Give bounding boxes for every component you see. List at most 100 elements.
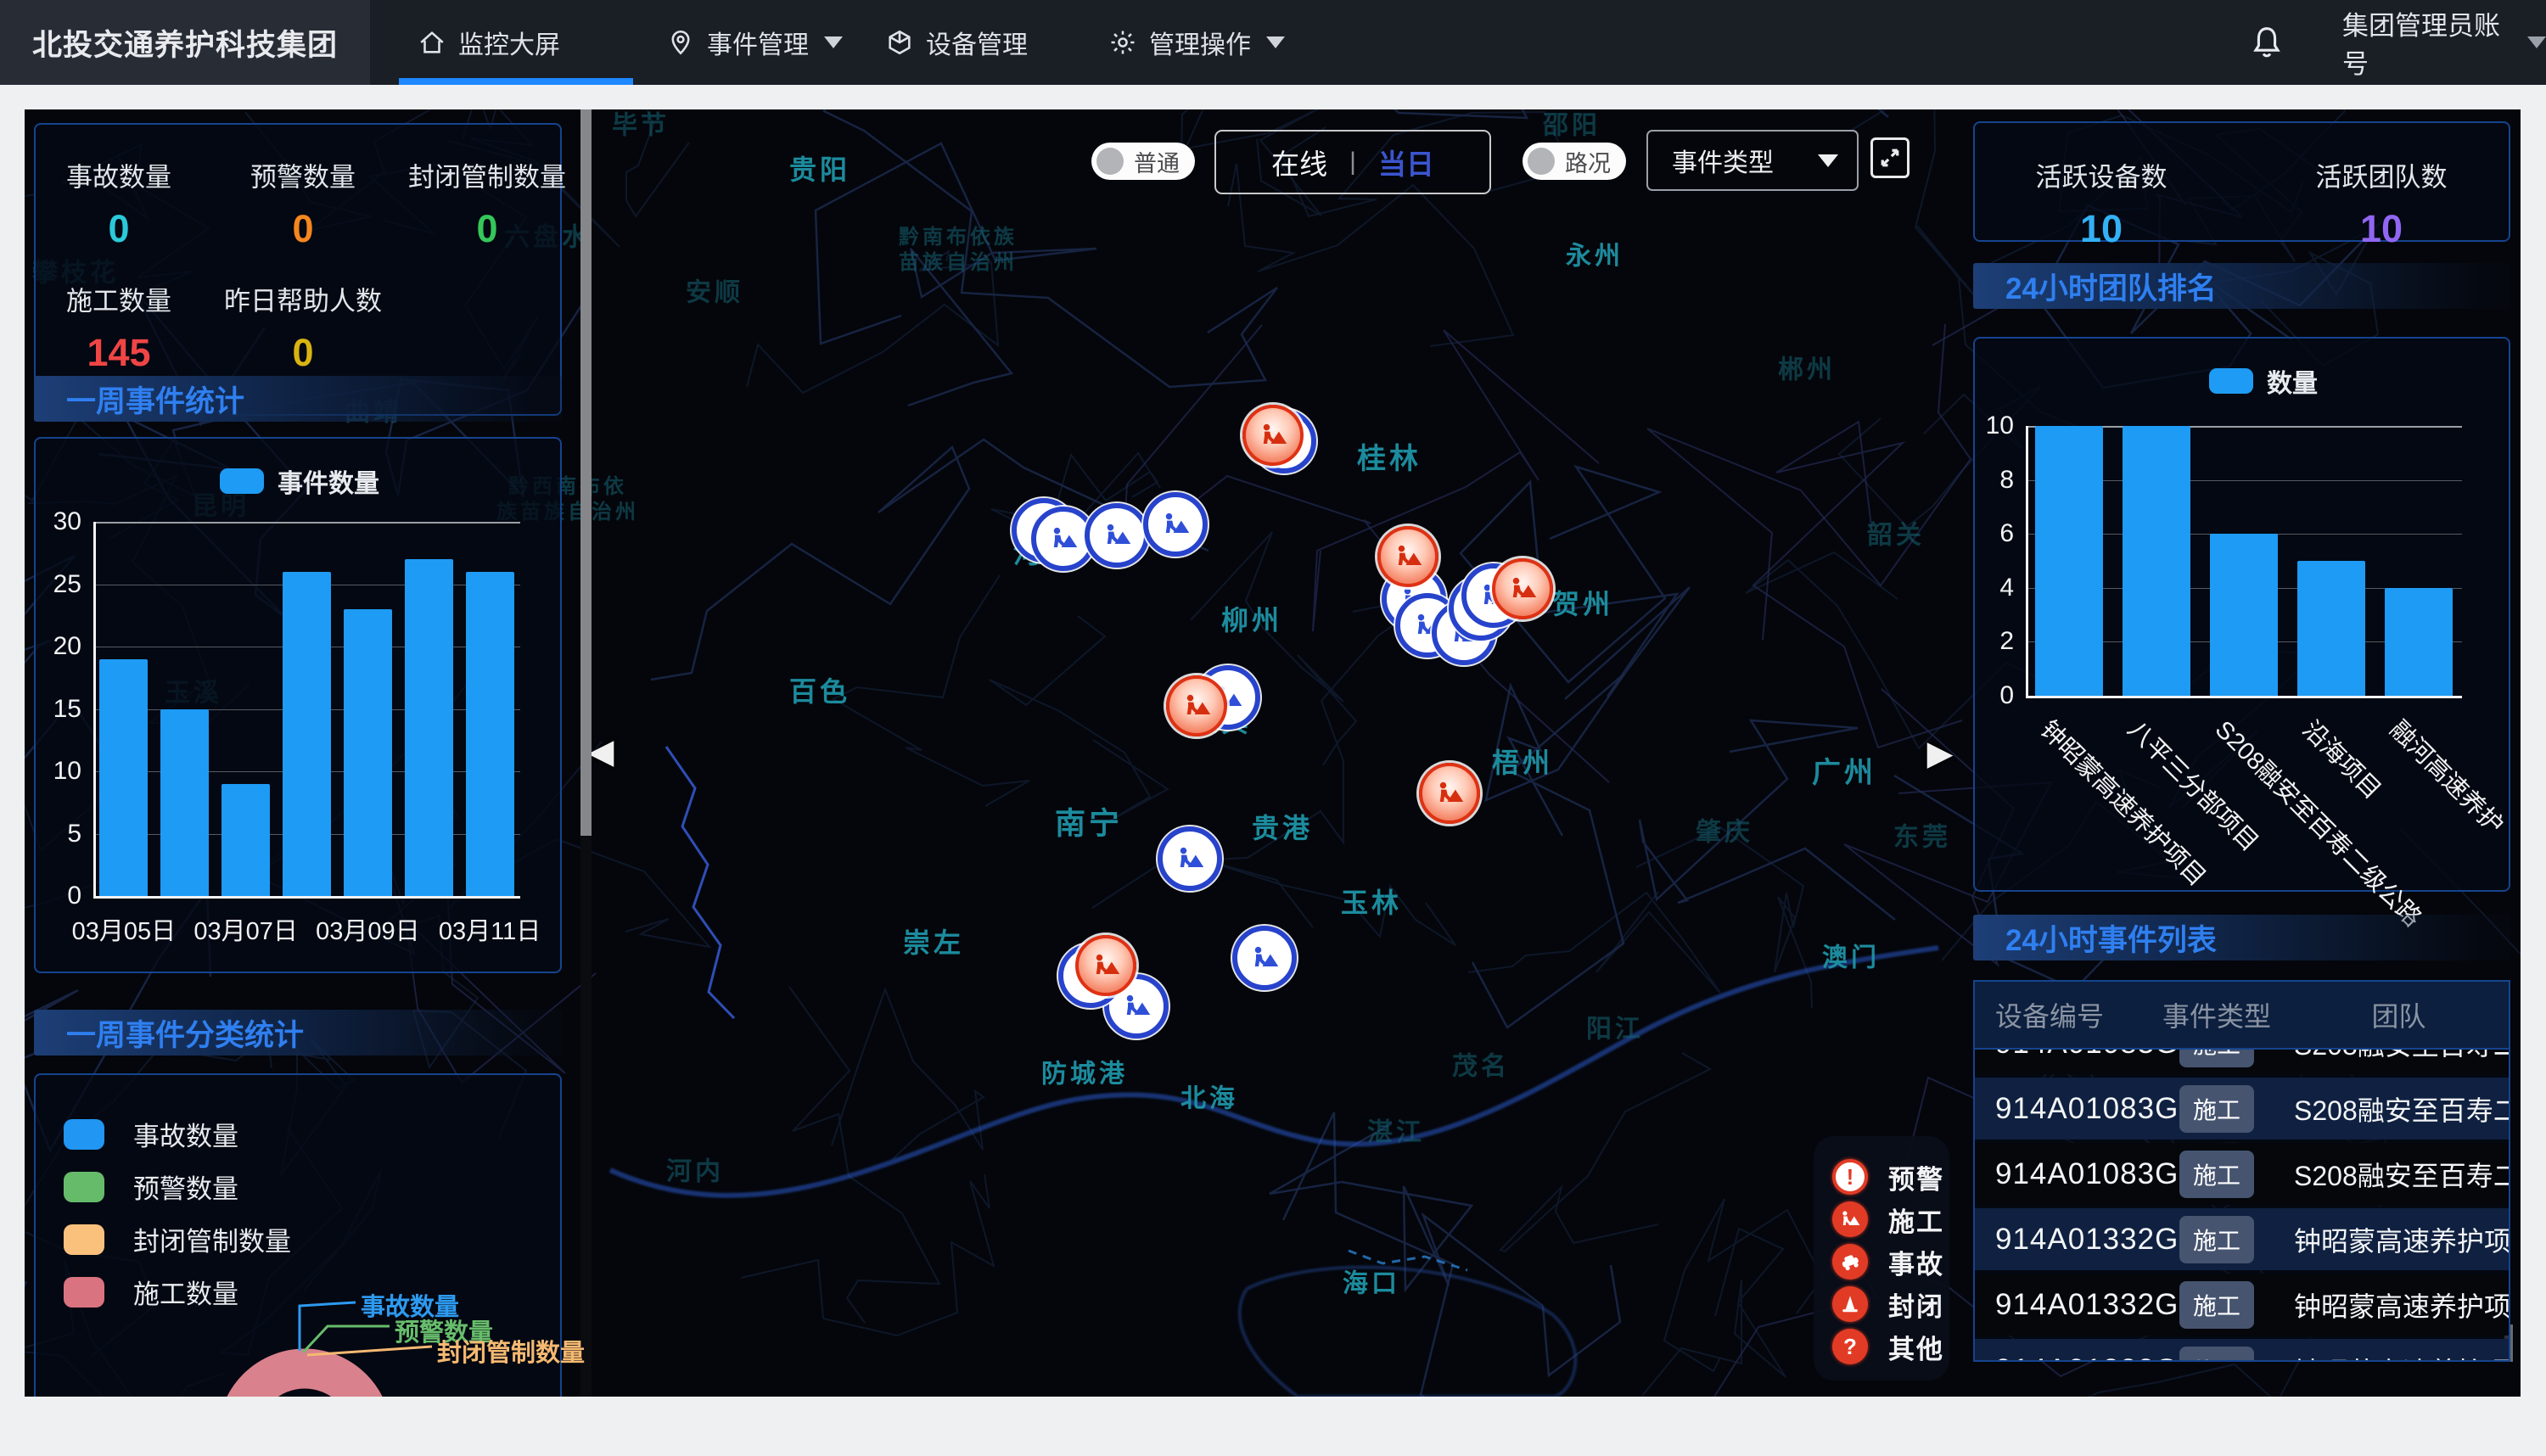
table-row[interactable]: 914A01332G施工钟昭蒙高速养护项目 [1975, 1339, 2509, 1360]
event-table-rows[interactable]: 914A01083G施工S208融安至百寿二级914A01083G施工S208融… [1975, 1048, 2509, 1360]
stat-label: 事故数量 [66, 156, 171, 194]
mode-online[interactable]: 在线 [1271, 142, 1327, 182]
y-axis-tick: 0 [31, 882, 81, 910]
toggle-knob [1528, 148, 1555, 175]
legend-item[interactable]: 封闭管制数量 [64, 1220, 291, 1258]
bar[interactable] [2210, 534, 2278, 696]
x-axis-label: 03月11日 [439, 911, 541, 947]
event-table-head: 设备编号 事件类型 团队 [1975, 982, 2509, 1050]
construction-marker-red[interactable] [1242, 405, 1304, 466]
pie-slice-construction [238, 1369, 372, 1397]
collapse-left-arrow[interactable]: ◀ [588, 732, 614, 771]
chevron-down-icon [2527, 36, 2546, 48]
bar[interactable] [160, 709, 209, 897]
col-header-type: 事件类型 [2145, 995, 2289, 1034]
table-row[interactable]: 914A01083G施工S208融安至百寿二级 [1975, 1048, 2509, 1074]
bar[interactable] [99, 659, 148, 896]
team-name: 钟昭蒙高速养护项目 [2289, 1285, 2509, 1324]
chart-legend[interactable]: 数量 [2209, 362, 2318, 400]
legend-label: 数量 [2267, 362, 2318, 400]
construction-marker-red[interactable] [1377, 526, 1438, 587]
left-panel-scrollbar-thumb[interactable] [580, 109, 592, 836]
bar[interactable] [2123, 426, 2190, 696]
construction-marker-red[interactable] [1419, 763, 1480, 824]
map-city-label: 梧州 [1492, 746, 1553, 780]
y-axis [2026, 426, 2028, 696]
section-title: 24小时团队排名 [2005, 265, 2217, 308]
bar[interactable] [2297, 561, 2365, 696]
legend-item[interactable]: 事故数量 [64, 1115, 238, 1153]
bar[interactable] [2385, 588, 2453, 696]
nav-item-label: 事件管理 [707, 24, 809, 61]
bar[interactable] [344, 609, 392, 896]
map-city-label: 邵阳 [1543, 109, 1601, 142]
bar[interactable] [2035, 426, 2103, 696]
legend-item[interactable]: 施工数量 [64, 1273, 238, 1311]
event-type-dropdown[interactable]: 事件类型 [1646, 130, 1859, 191]
map-city-label: 河内 [666, 1156, 724, 1188]
bar[interactable] [466, 572, 514, 896]
construction-marker-blue[interactable] [1143, 492, 1208, 557]
chart-legend[interactable]: 事件数量 [220, 462, 379, 500]
nav-item-monitor[interactable]: 监控大屏 [418, 0, 560, 85]
map-city-label: 毕节 [612, 109, 670, 142]
construction-marker-red[interactable] [1075, 935, 1136, 996]
nav-item-label: 监控大屏 [458, 24, 560, 61]
mode-today[interactable]: 当日 [1378, 142, 1434, 182]
bell-icon[interactable] [2247, 22, 2286, 63]
nav-item-devices[interactable]: 设备管理 [885, 0, 1028, 85]
table-row[interactable]: 914A01083G施工S208融安至百寿二级 [1975, 1143, 2509, 1205]
y-axis-tick: 2 [1963, 627, 2014, 656]
bar[interactable] [405, 559, 453, 896]
table-row[interactable]: 914A01083G施工S208融安至百寿二级 [1975, 1078, 2509, 1140]
map-city-label: 南宁 [1055, 804, 1123, 843]
closure-icon [1832, 1286, 1868, 1322]
mode-switch[interactable]: 在线 | 当日 [1214, 130, 1491, 194]
construction-marker-blue[interactable] [1158, 826, 1222, 891]
chevron-down-icon [1818, 154, 1838, 167]
nav-item-events[interactable]: 事件管理 [666, 0, 843, 85]
y-axis-tick: 0 [1963, 681, 2014, 710]
construction-marker-blue[interactable] [1232, 926, 1297, 990]
nav-item-admin[interactable]: 管理操作 [1108, 0, 1285, 85]
active-tab-underline [399, 78, 633, 85]
x-axis-label: 03月07日 [193, 911, 298, 947]
legend-label: 封闭 [1888, 1285, 1944, 1324]
legend-label: 预警 [1888, 1158, 1944, 1196]
normal-map-toggle[interactable]: 普通 [1091, 143, 1195, 180]
table-row[interactable]: 914A01332G施工钟昭蒙高速养护项目 [1975, 1274, 2509, 1336]
device-id: 914A01083G [1975, 1092, 2145, 1126]
legend-item: ! 预警 [1832, 1158, 1944, 1196]
map-city-label: 肇庆 [1696, 816, 1753, 848]
map-city-label: 澳门 [1822, 942, 1880, 974]
construction-marker-blue[interactable] [1085, 503, 1149, 568]
bar[interactable] [222, 784, 270, 896]
mode-separator: | [1349, 148, 1356, 176]
y-axis-tick: 20 [31, 632, 81, 661]
map-city-label: 玉林 [1341, 886, 1402, 920]
traffic-toggle[interactable]: 路况 [1523, 143, 1626, 180]
table-row[interactable]: 914A01332G施工钟昭蒙高速养护项目 [1975, 1208, 2509, 1270]
fullscreen-button[interactable] [1870, 137, 1910, 178]
x-axis-label: 03月09日 [316, 911, 420, 947]
event-type-badge: 施工 [2179, 1151, 2254, 1198]
expand-icon [1877, 145, 1903, 171]
construction-marker-red[interactable] [1166, 675, 1227, 736]
team-name: 钟昭蒙高速养护项目 [2289, 1220, 2509, 1259]
device-icon [885, 28, 914, 57]
chevron-down-icon [824, 36, 843, 48]
account-menu[interactable]: 集团管理员账号 [2342, 0, 2546, 85]
stat-value: 10 [2360, 207, 2403, 251]
construction-marker-red[interactable] [1492, 558, 1553, 619]
y-axis-tick: 30 [31, 507, 81, 536]
map-city-label: 广州 [1812, 755, 1876, 792]
collapse-right-arrow[interactable]: ▶ [1927, 734, 1954, 773]
bar[interactable] [283, 572, 331, 896]
section-title: 一周事件分类统计 [66, 1011, 304, 1055]
legend-item[interactable]: 预警数量 [64, 1168, 238, 1206]
other-icon: ? [1832, 1329, 1868, 1364]
section-title: 一周事件统计 [66, 378, 244, 421]
left-panel-scrollbar-track[interactable] [580, 109, 592, 1397]
map-city-label: 百色 [789, 675, 850, 708]
y-axis [93, 522, 96, 896]
